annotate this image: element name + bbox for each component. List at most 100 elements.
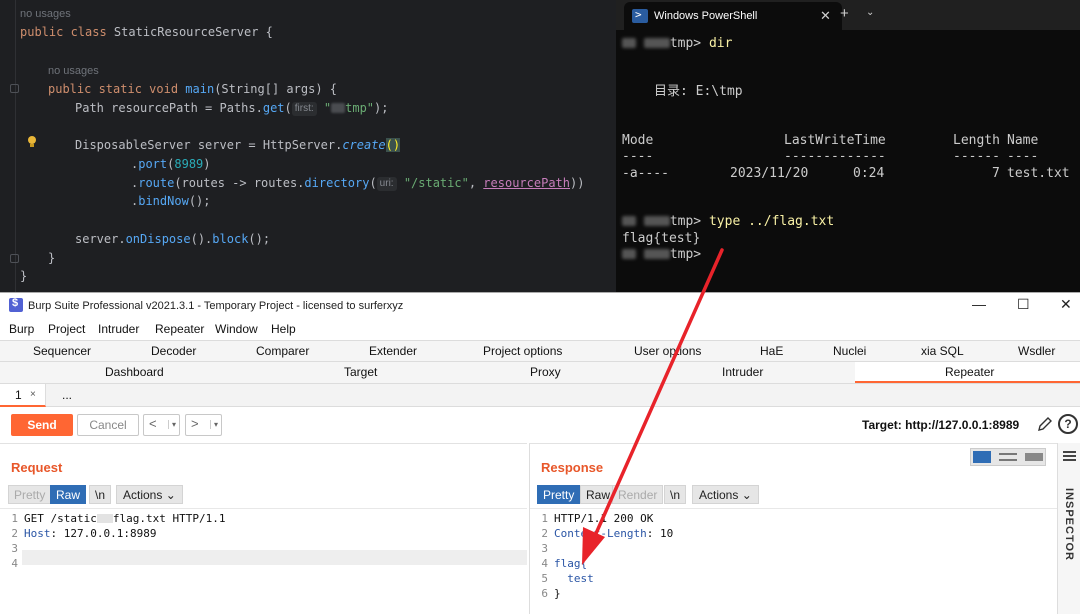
close-icon[interactable]: × [30, 389, 36, 400]
tab-target[interactable]: Target [344, 365, 377, 379]
menu-icon[interactable] [1063, 451, 1076, 461]
tab-nuclei[interactable]: Nuclei [833, 344, 866, 358]
maximize-button[interactable]: ☐ [1017, 296, 1030, 313]
keyword: public static void [48, 82, 186, 96]
code-text: (); [188, 194, 211, 208]
split-horizontal-icon[interactable] [999, 453, 1017, 461]
target-label[interactable]: Target: http://127.0.0.1:8989 [862, 418, 1019, 432]
code-line-path[interactable]: Path resourcePath = Paths.get(first: " tm… [75, 99, 388, 117]
code-line-dispose[interactable]: server.onDispose().block(); [75, 230, 270, 248]
code-line-main[interactable]: public static void main(String[] args) { [48, 80, 337, 98]
repeater-tab-new[interactable]: ... [62, 388, 72, 402]
send-button[interactable]: Send [11, 414, 73, 436]
col-name: Name [1007, 133, 1039, 148]
render-toggle[interactable]: Render [612, 485, 664, 504]
string-literal: tmp" [345, 101, 375, 115]
window-title: Burp Suite Professional v2021.3.1 - Temp… [28, 300, 404, 312]
line-number: 4 [541, 557, 548, 570]
col-length: Length [953, 133, 1000, 148]
tab-wsdler[interactable]: Wsdler [1018, 344, 1055, 358]
repeater-tab-1[interactable]: 1 × [0, 384, 46, 407]
current-line-highlight [22, 550, 527, 565]
tab-xia-sql[interactable]: xia SQL [921, 344, 964, 358]
method-name: get [262, 101, 285, 115]
row-date: 2023/11/20 [730, 166, 809, 181]
raw-toggle[interactable]: Raw [580, 485, 617, 504]
tab-decoder[interactable]: Decoder [151, 344, 196, 358]
terminal-tab[interactable]: Windows PowerShell ✕ [624, 2, 842, 30]
response-pane: Response Pretty Raw Render \n Actions ⌄ … [529, 443, 1057, 614]
response-editor[interactable]: 1 2 3 4 5 6 HTTP/1.1 200 OK Content-Leng… [530, 508, 1057, 614]
split-vertical-icon[interactable] [973, 451, 991, 463]
tab-sequencer[interactable]: Sequencer [33, 344, 91, 358]
code-line-server[interactable]: DisposableServer server = HttpServer.cre… [75, 136, 401, 154]
minimize-button[interactable]: — [972, 296, 986, 312]
newline-toggle[interactable]: \n [89, 485, 112, 504]
fold-icon[interactable] [10, 84, 19, 93]
command-output: flag{test} [622, 231, 701, 246]
code-line-route[interactable]: .route(routes -> routes.directory(uri: "… [131, 174, 584, 192]
close-button[interactable]: ✕ [1060, 296, 1072, 313]
tab-proxy[interactable]: Proxy [530, 365, 561, 379]
pencil-icon[interactable] [1036, 415, 1054, 433]
newline-toggle[interactable]: \n [664, 485, 687, 504]
code-line-bind[interactable]: .bindNow(); [131, 192, 211, 210]
back-button[interactable]: < ▾ [143, 414, 180, 436]
redacted-text [622, 249, 636, 259]
raw-toggle[interactable]: Raw [50, 485, 87, 504]
tab-extender[interactable]: Extender [369, 344, 417, 358]
header-key: Host [24, 527, 51, 540]
chevron-down-icon[interactable]: ▾ [167, 420, 176, 429]
params: (String[] args) { [214, 82, 338, 96]
menu-bar: Burp Project Intruder Repeater Window He… [0, 318, 1080, 340]
tab-user-options[interactable]: User options [634, 344, 701, 358]
tab-comparer[interactable]: Comparer [256, 344, 309, 358]
pretty-toggle[interactable]: Pretty [8, 485, 52, 504]
menu-help[interactable]: Help [271, 322, 296, 336]
lightbulb-icon[interactable] [27, 136, 37, 148]
code-line-class[interactable]: public class StaticResourceServer { [20, 23, 273, 41]
new-tab-icon[interactable]: + [840, 5, 849, 22]
actions-dropdown[interactable]: Actions ⌄ [116, 485, 183, 504]
line-number: 2 [11, 527, 18, 540]
chevron-down-icon[interactable]: ⌄ [866, 7, 874, 18]
redacted-text [643, 249, 670, 259]
tab-dashboard[interactable]: Dashboard [105, 365, 164, 379]
redacted-text [96, 514, 113, 523]
terminal-window[interactable]: Windows PowerShell ✕ + ⌄ tmp> dir 目录: E:… [616, 0, 1080, 292]
forward-button[interactable]: > ▾ [185, 414, 222, 436]
col-lastwritetime: LastWriteTime [784, 133, 886, 148]
close-icon[interactable]: ✕ [820, 8, 831, 24]
code-line-close-method[interactable]: } [48, 249, 55, 267]
tab-project-options[interactable]: Project options [483, 344, 562, 358]
chevron-down-icon[interactable]: ▾ [209, 420, 218, 429]
tab-intruder[interactable]: Intruder [722, 365, 763, 379]
inspector-panel[interactable]: INSPECTOR [1057, 443, 1080, 614]
fold-icon[interactable] [10, 254, 19, 263]
line-number: 3 [11, 542, 18, 555]
tab-hae[interactable]: HaE [760, 344, 783, 358]
code-line-port[interactable]: .port(8989) [131, 155, 211, 173]
menu-burp[interactable]: Burp [9, 322, 34, 336]
pretty-toggle[interactable]: Pretty [537, 485, 581, 504]
repeater-tab-label: 1 [15, 388, 22, 402]
cancel-button[interactable]: Cancel [77, 414, 139, 436]
menu-window[interactable]: Window [215, 322, 258, 336]
menu-repeater[interactable]: Repeater [155, 322, 204, 336]
code-line-close-class[interactable]: } [20, 267, 27, 285]
terminal-line[interactable]: tmp> [622, 247, 701, 263]
menu-project[interactable]: Project [48, 322, 85, 336]
layout-toggle[interactable] [970, 448, 1046, 466]
tool-tabs-top: Sequencer Decoder Comparer Extender Proj… [0, 340, 1080, 361]
repeater-toolbar: Send Cancel < ▾ > ▾ Target: http://127.0.0… [0, 407, 1080, 443]
tab-repeater[interactable]: Repeater [945, 365, 994, 379]
code-text: ( [284, 101, 292, 115]
code-editor[interactable]: no usages public class StaticResourceSer… [0, 0, 616, 292]
help-icon[interactable]: ? [1058, 414, 1078, 434]
method-name: bindNow [138, 194, 189, 208]
request-editor[interactable]: 1 2 3 4 GET /static flag.txt HTTP/1.1 Hos… [0, 508, 527, 614]
actions-dropdown[interactable]: Actions ⌄ [692, 485, 759, 504]
menu-intruder[interactable]: Intruder [98, 322, 139, 336]
method-name: directory [304, 176, 370, 190]
tabs-view-icon[interactable] [1025, 453, 1043, 461]
